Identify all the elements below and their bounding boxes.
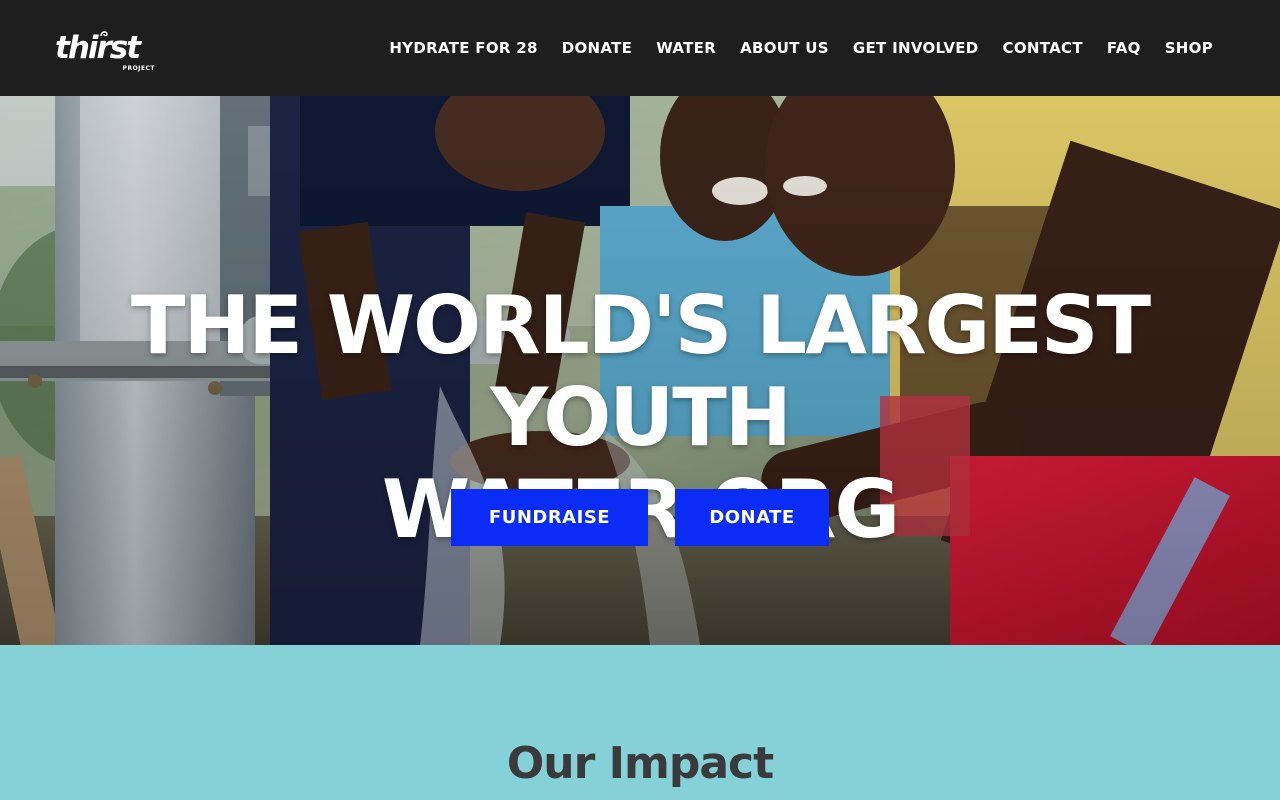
nav-donate[interactable]: DONATE — [562, 39, 632, 57]
impact-heading: Our Impact — [506, 738, 774, 789]
water-drop-swirl-icon — [100, 31, 108, 37]
our-impact-section: Our Impact — [0, 645, 1280, 800]
main-nav: HYDRATE FOR 28 DONATE WATER ABOUT US GET… — [389, 36, 1213, 60]
nav-get-involved[interactable]: GET INVOLVED — [853, 39, 979, 57]
nav-about-us[interactable]: ABOUT US — [740, 39, 829, 57]
donate-button[interactable]: DONATE — [675, 489, 829, 546]
thirst-project-logo[interactable]: thirst PROJECT — [55, 28, 155, 74]
site-header: thirst PROJECT HYDRATE FOR 28 DONATE WAT… — [0, 0, 1280, 96]
nav-shop[interactable]: SHOP — [1165, 39, 1213, 57]
logo-wordmark: thirst — [55, 30, 141, 66]
hero-cta-group: FUNDRAISE DONATE — [0, 489, 1280, 546]
nav-hydrate-for-28[interactable]: HYDRATE FOR 28 — [389, 39, 537, 57]
logo-subtext: PROJECT — [122, 65, 155, 72]
hero-title-line-1: THE WORLD'S LARGEST YOUTH — [130, 279, 1151, 464]
hero-section: THE WORLD'S LARGEST YOUTH WATER ORG FUND… — [0, 96, 1280, 645]
fundraise-button[interactable]: FUNDRAISE — [451, 489, 648, 546]
nav-contact[interactable]: CONTACT — [1003, 39, 1083, 57]
nav-water[interactable]: WATER — [656, 39, 716, 57]
nav-faq[interactable]: FAQ — [1107, 39, 1141, 57]
